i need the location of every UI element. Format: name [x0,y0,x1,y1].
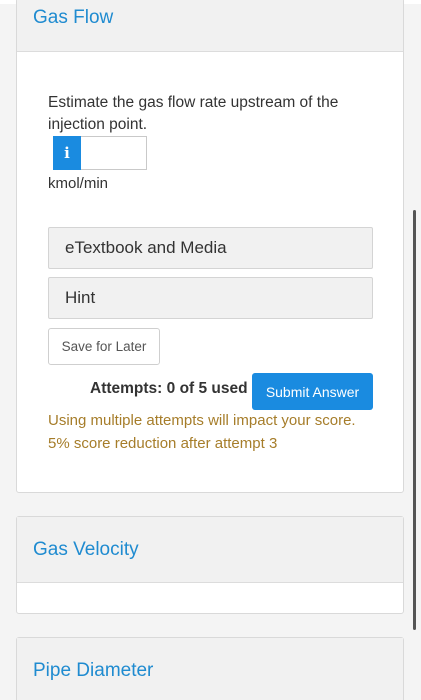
attempts-warning: Using multiple attempts will impact your… [48,410,363,455]
hint-button[interactable]: Hint [48,277,373,319]
gas-velocity-card: Gas Velocity [16,516,404,614]
submit-answer-button[interactable]: Submit Answer [252,373,373,410]
answer-input-group: i [53,136,147,170]
unit-label: kmol/min [48,175,109,192]
info-icon[interactable]: i [53,136,81,170]
pipe-diameter-title[interactable]: Pipe Diameter [17,638,403,700]
scrollbar[interactable] [413,210,416,630]
score-reduction-text: 5% score reduction after attempt 3 [48,434,278,452]
attempts-counter: Attempts: 0 of 5 used [90,380,248,397]
warning-text: Using multiple attempts will impact your… [48,412,356,429]
page: Gas Flow Estimate the gas flow rate upst… [0,0,421,700]
gas-flow-card: Gas Flow Estimate the gas flow rate upst… [16,0,404,493]
save-for-later-button[interactable]: Save for Later [48,328,160,365]
answer-field[interactable] [81,136,147,170]
question-text: Estimate the gas flow rate upstream of t… [48,94,339,133]
etextbook-media-button[interactable]: eTextbook and Media [48,227,373,269]
gas-flow-title[interactable]: Gas Flow [17,0,403,52]
pipe-diameter-card: Pipe Diameter [16,637,404,700]
gas-velocity-title[interactable]: Gas Velocity [17,517,403,583]
